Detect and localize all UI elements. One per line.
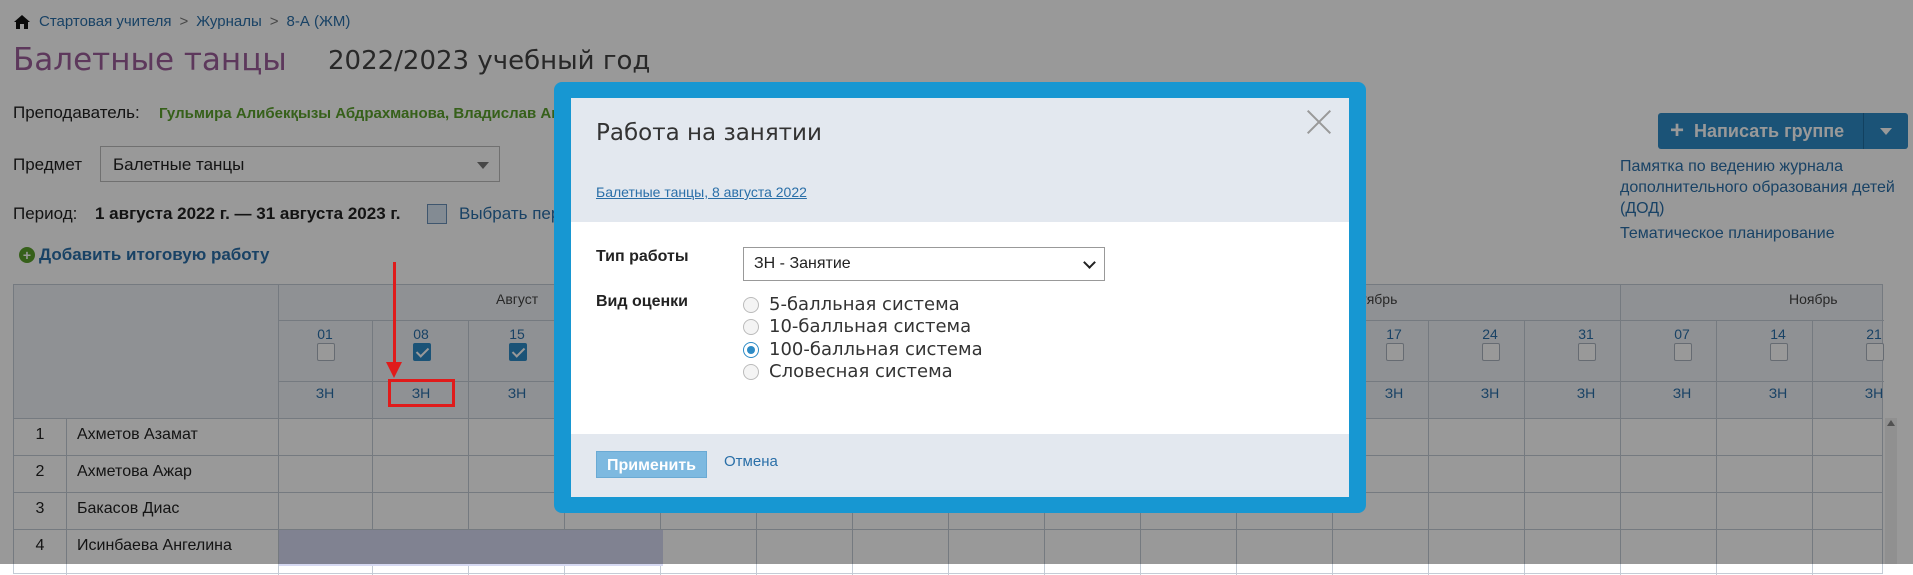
work-type-value: ЗН - Занятие <box>754 255 851 272</box>
radio-button[interactable] <box>743 318 759 335</box>
annotation-highlight-box <box>388 379 455 407</box>
chevron-down-icon <box>1083 256 1096 269</box>
lesson-work-modal: Работа на занятии Балетные танцы, 8 авгу… <box>554 82 1366 513</box>
work-type-label: Тип работы <box>596 248 689 265</box>
work-type-select[interactable]: ЗН - Занятие <box>743 247 1105 281</box>
grade-option[interactable]: 100-балльная система <box>743 339 983 360</box>
close-icon[interactable] <box>1305 108 1333 136</box>
apply-button[interactable]: Применить <box>596 451 707 478</box>
radio-button[interactable] <box>743 296 759 313</box>
grade-option[interactable]: Словесная система <box>743 361 953 382</box>
modal-title: Работа на занятии <box>596 120 822 146</box>
grade-option-label: Словесная система <box>769 361 953 382</box>
modal-header <box>571 98 1349 222</box>
grade-option-label: 10-балльная система <box>769 316 972 337</box>
grade-option[interactable]: 5-балльная система <box>743 294 960 315</box>
cancel-link[interactable]: Отмена <box>724 453 778 470</box>
modal-body: Работа на занятии Балетные танцы, 8 авгу… <box>571 98 1349 497</box>
annotation-arrow <box>386 262 402 378</box>
radio-button[interactable] <box>743 363 759 380</box>
radio-button-selected[interactable] <box>743 341 759 358</box>
modal-footer: Применить Отмена <box>571 434 1349 497</box>
lesson-link[interactable]: Балетные танцы, 8 августа 2022 <box>596 184 807 200</box>
grade-option[interactable]: 10-балльная система <box>743 316 971 337</box>
grade-option-label: 5-балльная система <box>769 294 960 315</box>
grade-option-label: 100-балльная система <box>769 339 983 360</box>
grade-type-label: Вид оценки <box>596 293 689 310</box>
